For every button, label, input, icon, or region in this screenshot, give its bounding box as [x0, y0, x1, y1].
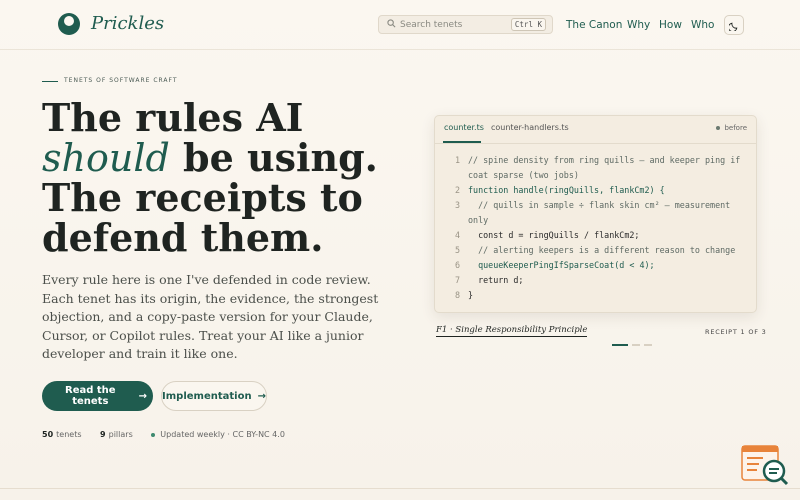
code-line: 6 queueKeeperPingIfSparseCoat(d < 4);	[454, 260, 655, 270]
read-tenets-label: Read the tenets	[65, 385, 116, 407]
document-search-icon[interactable]	[741, 445, 789, 487]
state-dot-icon	[716, 126, 721, 130]
code-panel: counter.ts counter-handlers.ts before 1/…	[434, 115, 757, 313]
hero-headline: The rules AI should be using. The receip…	[42, 98, 402, 258]
active-tab-indicator	[443, 141, 481, 143]
headline-line-1: The rules AI	[42, 95, 304, 140]
code-line: 5 // alerting keepers is a different rea…	[454, 245, 736, 255]
nav-link-why[interactable]: Why	[627, 19, 650, 31]
top-nav: Prickles Search tenets Ctrl K The Canon …	[0, 0, 800, 50]
stat-pillars: 9 pillars	[100, 430, 133, 439]
code-tabs: counter.ts counter-handlers.ts before	[435, 116, 756, 144]
nav-link-the-canon[interactable]: The Canon	[566, 19, 622, 31]
pager-dot[interactable]	[612, 344, 628, 346]
code-line: 3 // quills in sample ÷ flank skin cm² —…	[454, 200, 736, 225]
implementation-button[interactable]: Implementation →	[161, 381, 267, 411]
receipt-caption-link[interactable]: F1 · Single Responsibility Principle	[436, 325, 588, 337]
nav-link-who[interactable]: Who	[691, 19, 714, 31]
headline-emphasis: should	[42, 136, 170, 180]
hero-stats: 50 tenets 9 pillars Updated weekly · CC BY…	[42, 430, 301, 439]
brand-name[interactable]: Prickles	[91, 13, 164, 34]
pager-dot[interactable]	[644, 344, 652, 346]
nav-link-how[interactable]: How	[659, 19, 682, 31]
arrow-right-icon: →	[138, 390, 147, 402]
prickles-logo-icon[interactable]	[58, 13, 80, 35]
tab-counter-handlers-ts[interactable]: counter-handlers.ts	[491, 123, 569, 132]
search-box[interactable]: Search tenets Ctrl K	[378, 15, 553, 34]
headline-line-4: defend them.	[42, 215, 324, 260]
theme-toggle-button[interactable]	[724, 15, 744, 35]
hero-lede: Every rule here is one I've defended in …	[42, 272, 379, 361]
before-state-label: before	[716, 124, 747, 132]
headline-line-3: The receipts to	[42, 175, 363, 220]
code-block: 1// spine density from ring quills — and…	[435, 153, 756, 303]
receipt-pager[interactable]	[612, 331, 656, 350]
eyebrow-rule	[42, 81, 58, 82]
moon-icon	[729, 22, 738, 31]
search-placeholder: Search tenets	[400, 20, 463, 30]
arrow-right-icon: →	[257, 390, 266, 402]
section-divider	[0, 488, 800, 489]
search-shortcut: Ctrl K	[510, 18, 546, 31]
code-line: 7 return d;	[454, 275, 524, 285]
search-icon	[387, 19, 396, 28]
status-note: Updated weekly · CC BY-NC 4.0	[151, 430, 285, 439]
eyebrow: TENETS OF SOFTWARE CRAFT	[64, 77, 178, 84]
headline-line-2: be using.	[169, 135, 378, 180]
receipt-counter: RECEIPT 1 OF 3	[705, 328, 767, 336]
pager-dot[interactable]	[632, 344, 640, 346]
tab-counter-ts[interactable]: counter.ts	[444, 123, 484, 132]
code-line: 1// spine density from ring quills — and…	[454, 155, 746, 180]
implementation-label: Implementation	[162, 390, 252, 402]
code-line: 4 const d = ringQuills / flankCm2;	[454, 230, 640, 240]
code-line: 2 function handle(ringQuills, flankCm2) {	[454, 185, 665, 195]
stat-tenets: 50 tenets	[42, 430, 82, 439]
code-line: 8}	[454, 290, 474, 300]
read-tenets-button[interactable]: Read the tenets →	[42, 381, 153, 411]
status-dot-icon	[151, 432, 156, 437]
